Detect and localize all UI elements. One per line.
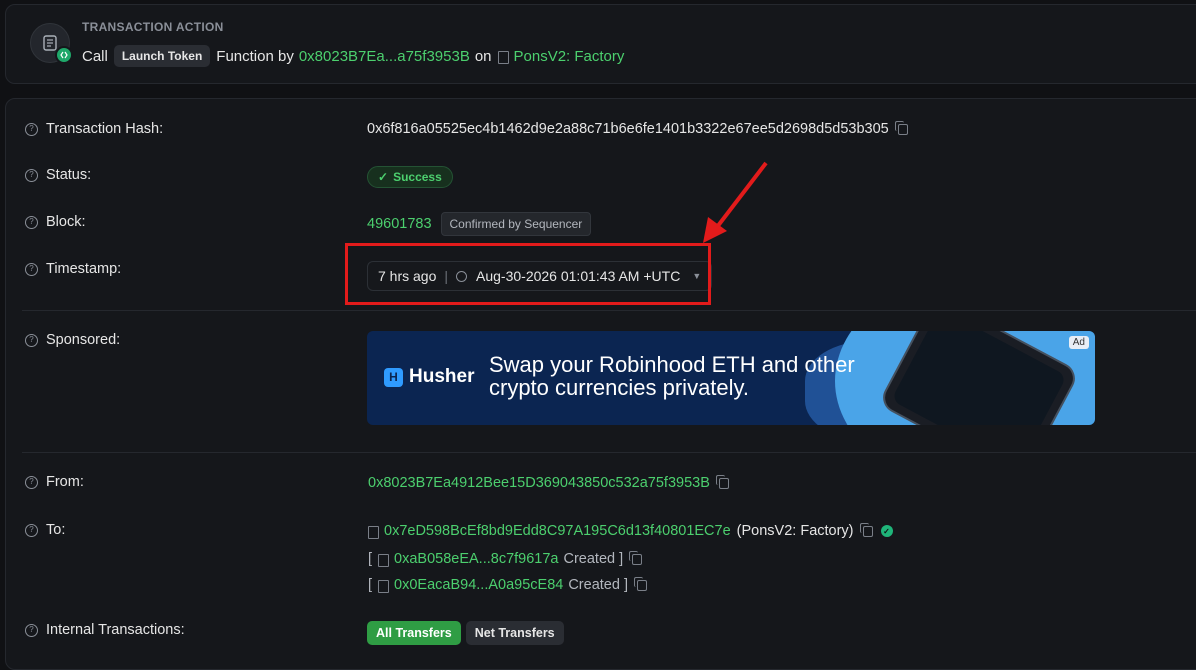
created-contract-row: [ 0x0EacaB94...A0a95cE84 Created ] bbox=[368, 576, 647, 593]
ad-line-2: crypto currencies privately. bbox=[489, 375, 750, 400]
sponsored-ad-banner[interactable]: H Husher Swap your Robinhood ETH and oth… bbox=[367, 331, 1095, 425]
function-by-text: Function by bbox=[216, 47, 294, 65]
tab-net-transfers[interactable]: Net Transfers bbox=[465, 621, 564, 645]
from-label-row: ? From: bbox=[25, 474, 84, 490]
hash-label: Transaction Hash: bbox=[46, 121, 164, 137]
method-pill: Launch Token bbox=[113, 45, 211, 67]
timestamp-label-row: ? Timestamp: bbox=[25, 261, 121, 277]
annotation-arrow-icon bbox=[703, 161, 768, 243]
status-label-row: ? Status: bbox=[25, 167, 91, 183]
action-summary: Call Launch Token Function by 0x8023B7Ea… bbox=[82, 45, 624, 67]
status-text: Success bbox=[393, 170, 442, 184]
block-label-row: ? Block: bbox=[25, 214, 86, 230]
on-text: on bbox=[474, 47, 492, 65]
help-icon[interactable]: ? bbox=[25, 623, 38, 637]
document-icon bbox=[30, 23, 73, 64]
help-icon[interactable]: ? bbox=[25, 333, 38, 347]
internal-tx-tabs: All Transfers Net Transfers bbox=[367, 621, 569, 645]
created-text: Created ] bbox=[563, 551, 624, 567]
divider bbox=[22, 452, 1196, 453]
status-value-row: ✓ Success bbox=[367, 166, 453, 188]
check-icon: ✓ bbox=[378, 170, 389, 184]
help-icon[interactable]: ? bbox=[25, 122, 38, 136]
block-number-link[interactable]: 49601783 bbox=[367, 216, 432, 232]
status-label: Status: bbox=[46, 167, 92, 183]
ad-brand-text: Husher bbox=[409, 366, 475, 387]
transaction-action-card: TRANSACTION ACTION Call Launch Token Fun… bbox=[5, 4, 1196, 84]
internal-tx-label-row: ? Internal Transactions: bbox=[25, 622, 185, 638]
action-section-title: TRANSACTION ACTION bbox=[82, 20, 224, 34]
ad-brand: H Husher bbox=[384, 366, 474, 388]
from-label: From: bbox=[46, 474, 84, 490]
contract-link[interactable]: PonsV2: Factory bbox=[514, 48, 625, 65]
from-value-row: 0x8023B7Ea4912Bee15D369043850c532a75f395… bbox=[368, 474, 729, 491]
to-label: To: bbox=[46, 522, 66, 538]
code-badge-icon bbox=[55, 46, 73, 64]
copy-icon[interactable] bbox=[629, 550, 643, 565]
husher-logo-icon: H bbox=[384, 367, 403, 387]
sponsored-label: Sponsored: bbox=[46, 332, 121, 348]
verified-check-icon: ✓ bbox=[880, 525, 893, 537]
to-label-row: ? To: bbox=[25, 522, 65, 538]
timestamp-label: Timestamp: bbox=[46, 261, 122, 277]
help-icon[interactable]: ? bbox=[25, 475, 38, 489]
call-text: Call bbox=[82, 47, 108, 65]
tab-all-transfers[interactable]: All Transfers bbox=[367, 621, 461, 645]
bracket-open: [ bbox=[368, 577, 373, 593]
bracket-open: [ bbox=[368, 551, 373, 567]
contract-file-icon bbox=[497, 50, 509, 64]
divider bbox=[22, 310, 1196, 311]
help-icon[interactable]: ? bbox=[25, 168, 38, 182]
from-address-link[interactable]: 0x8023B7Ea...a75f3953B bbox=[299, 48, 470, 65]
to-value-row: 0x7eD598BcEf8bd9Edd8C97A195C6d13f40801EC… bbox=[368, 522, 893, 539]
sponsored-label-row: ? Sponsored: bbox=[25, 332, 120, 348]
ad-line-1: Swap your Robinhood ETH and other bbox=[489, 352, 855, 377]
help-icon[interactable]: ? bbox=[25, 523, 38, 537]
ad-headline: Swap your Robinhood ETH and other crypto… bbox=[489, 353, 855, 399]
copy-icon[interactable] bbox=[894, 120, 908, 135]
ad-tag: Ad bbox=[1068, 336, 1089, 349]
highlight-box bbox=[345, 243, 711, 305]
help-icon[interactable]: ? bbox=[25, 262, 38, 276]
block-value-row: 49601783 Confirmed by Sequencer bbox=[367, 212, 592, 236]
copy-icon[interactable] bbox=[715, 474, 729, 489]
copy-icon[interactable] bbox=[859, 522, 873, 537]
hash-value: 0x6f816a05525ec4b1462d9e2a88c71b6e6fe140… bbox=[367, 121, 889, 137]
contract-file-icon bbox=[378, 579, 390, 593]
from-address-link[interactable]: 0x8023B7Ea4912Bee15D369043850c532a75f395… bbox=[368, 475, 710, 491]
hash-label-row: ? Transaction Hash: bbox=[25, 121, 163, 137]
to-contract-name: (PonsV2: Factory) bbox=[736, 523, 854, 539]
copy-icon[interactable] bbox=[633, 576, 647, 591]
status-badge: ✓ Success bbox=[367, 166, 453, 188]
to-address-link[interactable]: 0x7eD598BcEf8bd9Edd8C97A195C6d13f40801EC… bbox=[384, 523, 731, 539]
created-contract-row: [ 0xaB058eEA...8c7f9617a Created ] bbox=[368, 550, 643, 567]
contract-file-icon bbox=[378, 553, 390, 567]
created-contract-link[interactable]: 0xaB058eEA...8c7f9617a bbox=[394, 551, 558, 567]
contract-file-icon bbox=[368, 525, 379, 539]
block-label: Block: bbox=[46, 214, 86, 230]
help-icon[interactable]: ? bbox=[25, 215, 38, 229]
created-text: Created ] bbox=[568, 577, 628, 593]
hash-value-row: 0x6f816a05525ec4b1462d9e2a88c71b6e6fe140… bbox=[367, 120, 908, 137]
created-contract-link[interactable]: 0x0EacaB94...A0a95cE84 bbox=[394, 577, 563, 593]
confirmation-badge: Confirmed by Sequencer bbox=[440, 212, 592, 236]
internal-tx-label: Internal Transactions: bbox=[46, 622, 185, 638]
